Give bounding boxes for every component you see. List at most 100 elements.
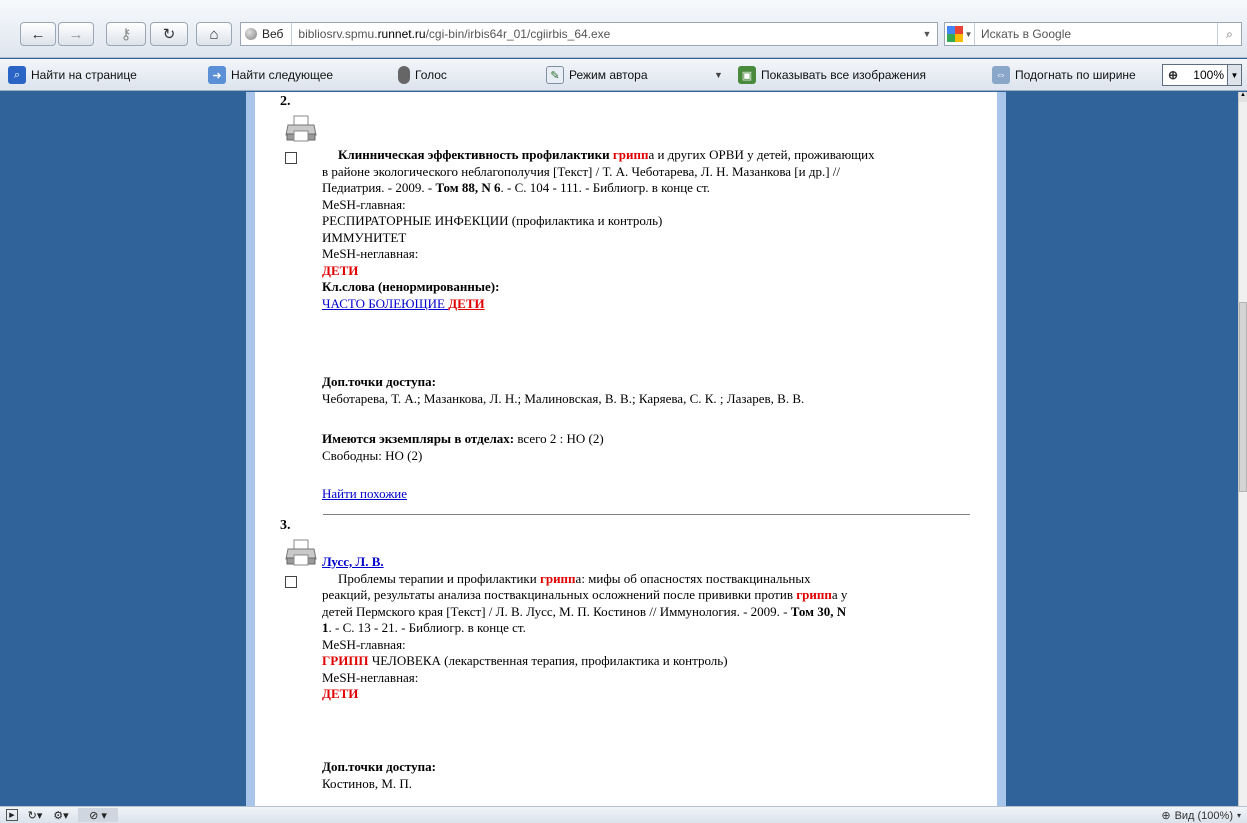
record-title-line: Клинническая эффективность профилактики … xyxy=(322,147,972,164)
key-icon: ⚷ xyxy=(120,26,132,43)
play-icon[interactable]: ▶ xyxy=(6,809,18,821)
status-icons: ▶ ↻▾ ⚙▾ ⊘ ▾ xyxy=(6,808,118,822)
copies-value: всего 2 : НО (2) xyxy=(514,431,604,446)
page-left-border xyxy=(246,92,255,806)
search-highlight: грипп xyxy=(539,570,576,586)
search-input[interactable]: Искать в Google xyxy=(975,27,1217,41)
url-domain: runnet.ru xyxy=(377,27,426,41)
find-next-label: Найти следующее xyxy=(231,68,334,82)
description-text: реакций, результаты анализа поствакцинал… xyxy=(322,587,797,602)
address-type-text: Веб xyxy=(262,27,284,41)
google-search-box[interactable]: ▼ Искать в Google ⌕ xyxy=(944,22,1242,46)
address-dropdown-icon[interactable]: ▼ xyxy=(917,29,937,39)
search-highlight: грипп xyxy=(612,147,649,162)
search-icon[interactable]: ⌕ xyxy=(1217,23,1241,45)
record-source-line: детей Пермского края [Текст] / Л. В. Лус… xyxy=(322,604,972,621)
tools-icon[interactable]: ⚙▾ xyxy=(52,808,70,822)
forward-button[interactable]: → xyxy=(58,22,94,46)
fit-width-icon: ⇔ xyxy=(992,66,1010,84)
source-volume: Том 88, N 6 xyxy=(435,180,501,195)
record-source-line: 1. - С. 13 - 21. - Библиогр. в конце ст. xyxy=(322,620,972,637)
url-text[interactable]: bibliosrv.spmu.runnet.ru/cgi-bin/irbis64… xyxy=(292,27,917,41)
microphone-icon xyxy=(398,66,410,84)
keywords-label: Кл.слова (ненормированные): xyxy=(322,279,500,294)
record-3-access: Доп.точки доступа: Костинов, М. П. xyxy=(322,759,972,792)
address-bar[interactable]: Веб bibliosrv.spmu.runnet.ru/cgi-bin/irb… xyxy=(240,22,938,46)
keyword-link[interactable]: ЧАСТО БОЛЕЮЩИЕ ДЕТИ xyxy=(322,296,972,313)
free-copies: Свободны: НО (2) xyxy=(322,447,423,463)
record-title-rest: а и других ОРВИ у детей, проживающих xyxy=(648,147,875,162)
refresh-button[interactable]: ↻ xyxy=(150,22,188,46)
toolbar-dropdown-icon[interactable]: ▼ xyxy=(714,65,723,85)
record-author-link[interactable]: Лусс, Л. В. xyxy=(322,554,384,569)
record-title: Проблемы терапии и профилактики xyxy=(338,570,540,586)
record-divider xyxy=(323,514,970,515)
chevron-down-icon: ▼ xyxy=(964,29,973,39)
scroll-up-icon[interactable]: ▲ xyxy=(1239,92,1247,102)
back-button[interactable]: ← xyxy=(20,22,56,46)
find-on-page-label: Найти на странице xyxy=(31,68,137,82)
printer-icon[interactable] xyxy=(285,538,317,568)
author-mode-button[interactable]: ✎ Режим автора xyxy=(546,65,648,85)
status-zoom[interactable]: ⊕ Вид (100%) ▾ xyxy=(1161,809,1241,823)
mesh-secondary-label: MeSH-неглавная: xyxy=(322,246,419,261)
page-right-border xyxy=(997,92,1006,806)
find-next-icon: ➜ xyxy=(208,66,226,84)
source-pages: . - С. 13 - 21. - Библиогр. в конце ст. xyxy=(328,620,526,635)
record-title: Клинническая эффективность профилактики xyxy=(338,147,613,162)
scrollbar-thumb[interactable] xyxy=(1239,302,1247,492)
address-type-label: Веб xyxy=(241,23,293,45)
record-2-similar: Найти похожие xyxy=(322,486,972,503)
block-icon[interactable]: ⊘ ▾ xyxy=(78,808,118,822)
record-title-rest: а: мифы об опасностях поствакцинальных xyxy=(575,570,811,586)
mesh-main-label: MeSH-главная: xyxy=(322,636,406,652)
globe-icon xyxy=(245,28,257,40)
catalog-results-page: 2. Клинническая эффективность профилакти… xyxy=(255,92,997,806)
back-arrow-icon: ← xyxy=(30,25,46,43)
record-number: 2. xyxy=(280,94,291,109)
mesh-secondary-label: MeSH-неглавная: xyxy=(322,669,419,685)
mesh-main-term: РЕСПИРАТОРНЫЕ ИНФЕКЦИИ (профилактика и к… xyxy=(322,213,663,228)
fit-width-button[interactable]: ⇔ Подогнать по ширине xyxy=(992,65,1136,85)
record-source-line: Педиатрия. - 2009. - Том 88, N 6. - С. 1… xyxy=(322,180,972,197)
zoom-icon: ⊕ xyxy=(1167,68,1179,82)
mesh-main-rest: ЧЕЛОВЕКА (лекарственная терапия, профила… xyxy=(368,653,728,668)
find-next-button[interactable]: ➜ Найти следующее xyxy=(208,65,333,85)
keyword-link-text[interactable]: ЧАСТО БОЛЕЮЩИЕ xyxy=(322,296,448,311)
home-button[interactable]: ⌂ xyxy=(196,22,232,46)
zoom-select[interactable]: ⊕ 100% ▼ xyxy=(1162,64,1242,86)
access-points-label: Доп.точки доступа: xyxy=(322,374,437,389)
navigation-toolbar: ← → ⚷ ↻ ⌂ Веб bibliosrv.spmu.runnet.ru/c… xyxy=(0,0,1247,58)
page-viewport: 2. Клинническая эффективность профилакти… xyxy=(0,92,1238,806)
record-3: Лусс, Л. В. Проблемы терапии и профилакт… xyxy=(322,554,972,703)
find-similar-link[interactable]: Найти похожие xyxy=(322,486,407,501)
find-on-page-button[interactable]: ⌕ Найти на странице xyxy=(8,65,137,85)
fit-width-label: Подогнать по ширине xyxy=(1015,68,1136,82)
voice-button[interactable]: Голос xyxy=(398,65,447,85)
key-button[interactable]: ⚷ xyxy=(106,22,146,46)
status-zoom-text: Вид (100%) xyxy=(1174,809,1233,822)
status-bar: ▶ ↻▾ ⚙▾ ⊘ ▾ ⊕ Вид (100%) ▾ xyxy=(0,806,1247,823)
show-images-label: Показывать все изображения xyxy=(761,68,926,82)
find-toolbar: ⌕ Найти на странице ➜ Найти следующее Го… xyxy=(0,59,1247,91)
source-pages: . - С. 104 - 111. - Библиогр. в конце ст… xyxy=(500,180,710,195)
sync-icon[interactable]: ↻▾ xyxy=(26,808,44,822)
record-description-line: реакций, результаты анализа поствакцинал… xyxy=(322,587,972,604)
copies-label: Имеются экземпляры в отделах: xyxy=(322,431,515,446)
record-select-checkbox[interactable] xyxy=(285,152,297,164)
mesh-main-label: MeSH-главная: xyxy=(322,196,406,212)
chevron-down-icon[interactable]: ▼ xyxy=(1227,65,1241,85)
mesh-main-highlight: ГРИПП xyxy=(322,653,369,668)
author-mode-label: Режим автора xyxy=(569,68,648,82)
record-select-checkbox[interactable] xyxy=(285,576,297,588)
show-images-button[interactable]: ▣ Показывать все изображения xyxy=(738,65,926,85)
printer-icon[interactable] xyxy=(285,114,317,144)
record-title-line: Проблемы терапии и профилактики гриппа: … xyxy=(322,571,972,588)
record-2: Клинническая эффективность профилактики … xyxy=(322,147,972,312)
vertical-scrollbar[interactable]: ▲ xyxy=(1238,92,1247,806)
keyword-link-highlight[interactable]: ДЕТИ xyxy=(448,296,484,311)
search-engine-selector[interactable]: ▼ xyxy=(945,23,975,45)
find-icon: ⌕ xyxy=(8,66,26,84)
author-mode-icon: ✎ xyxy=(546,66,564,84)
url-prefix: bibliosrv.spmu. xyxy=(298,27,378,41)
